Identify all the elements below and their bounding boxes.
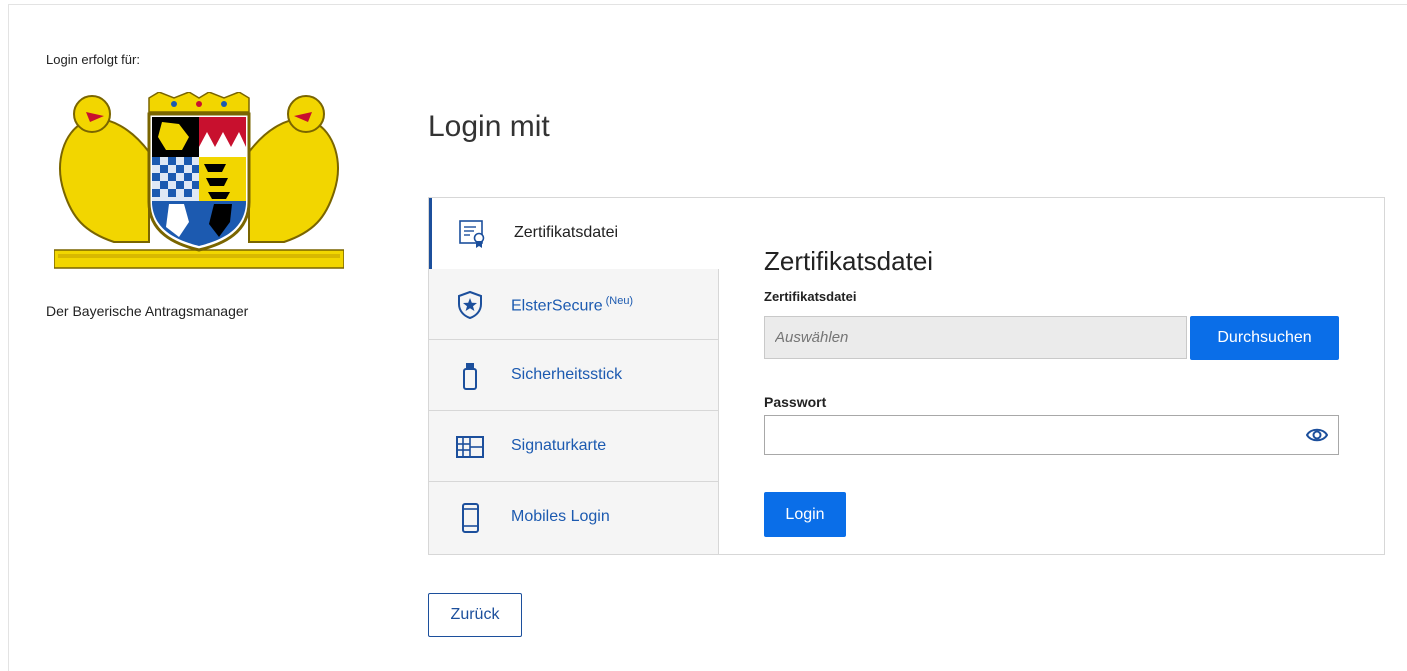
smartphone-icon [462, 503, 479, 533]
tab-label-text: ElsterSecure [511, 297, 603, 315]
form-title: Zertifikatsdatei [764, 246, 934, 276]
tab-mobiles-login[interactable]: Mobiles Login [429, 482, 719, 555]
new-badge: (Neu) [605, 295, 634, 307]
eye-icon[interactable] [1306, 427, 1328, 443]
usb-stick-icon [463, 363, 477, 390]
login-for-label: Login erfolgt für: [46, 52, 140, 67]
tab-label: Sicherheitsstick [511, 366, 623, 383]
certificate-icon [459, 220, 485, 248]
login-button[interactable]: Login [764, 492, 846, 537]
tab-label: Mobiles Login [511, 508, 610, 525]
back-button[interactable]: Zurück [428, 593, 522, 637]
tab-label: Zertifikatsdatei [514, 224, 619, 241]
tab-signaturkarte[interactable]: Signaturkarte [429, 411, 719, 482]
tab-sicherheitsstick[interactable]: Sicherheitsstick [429, 340, 719, 411]
bavarian-coat-of-arms-icon [54, 92, 344, 269]
tab-zertifikatsdatei[interactable]: Zertifikatsdatei [429, 198, 719, 269]
password-field-label: Passwort [764, 394, 827, 410]
file-field-label: Zertifikatsdatei [764, 289, 857, 304]
login-method-tabs: Zertifikatsdatei ElsterSecure (Neu) Siche… [429, 198, 719, 555]
shield-star-icon [458, 290, 482, 320]
client-name: Der Bayerische Antragsmanager [46, 303, 249, 319]
tab-label: Signaturkarte [511, 437, 607, 454]
certificate-file-input[interactable] [764, 316, 1187, 359]
password-field[interactable] [764, 415, 1339, 455]
tab-elstersecure[interactable]: ElsterSecure (Neu) [429, 269, 719, 340]
page-title: Login mit [428, 110, 550, 143]
browse-button[interactable]: Durchsuchen [1190, 316, 1339, 360]
smartcard-icon [456, 436, 484, 458]
tab-label: ElsterSecure (Neu) [511, 295, 633, 315]
login-panel: Zertifikatsdatei ElsterSecure (Neu) Siche… [428, 197, 1385, 555]
